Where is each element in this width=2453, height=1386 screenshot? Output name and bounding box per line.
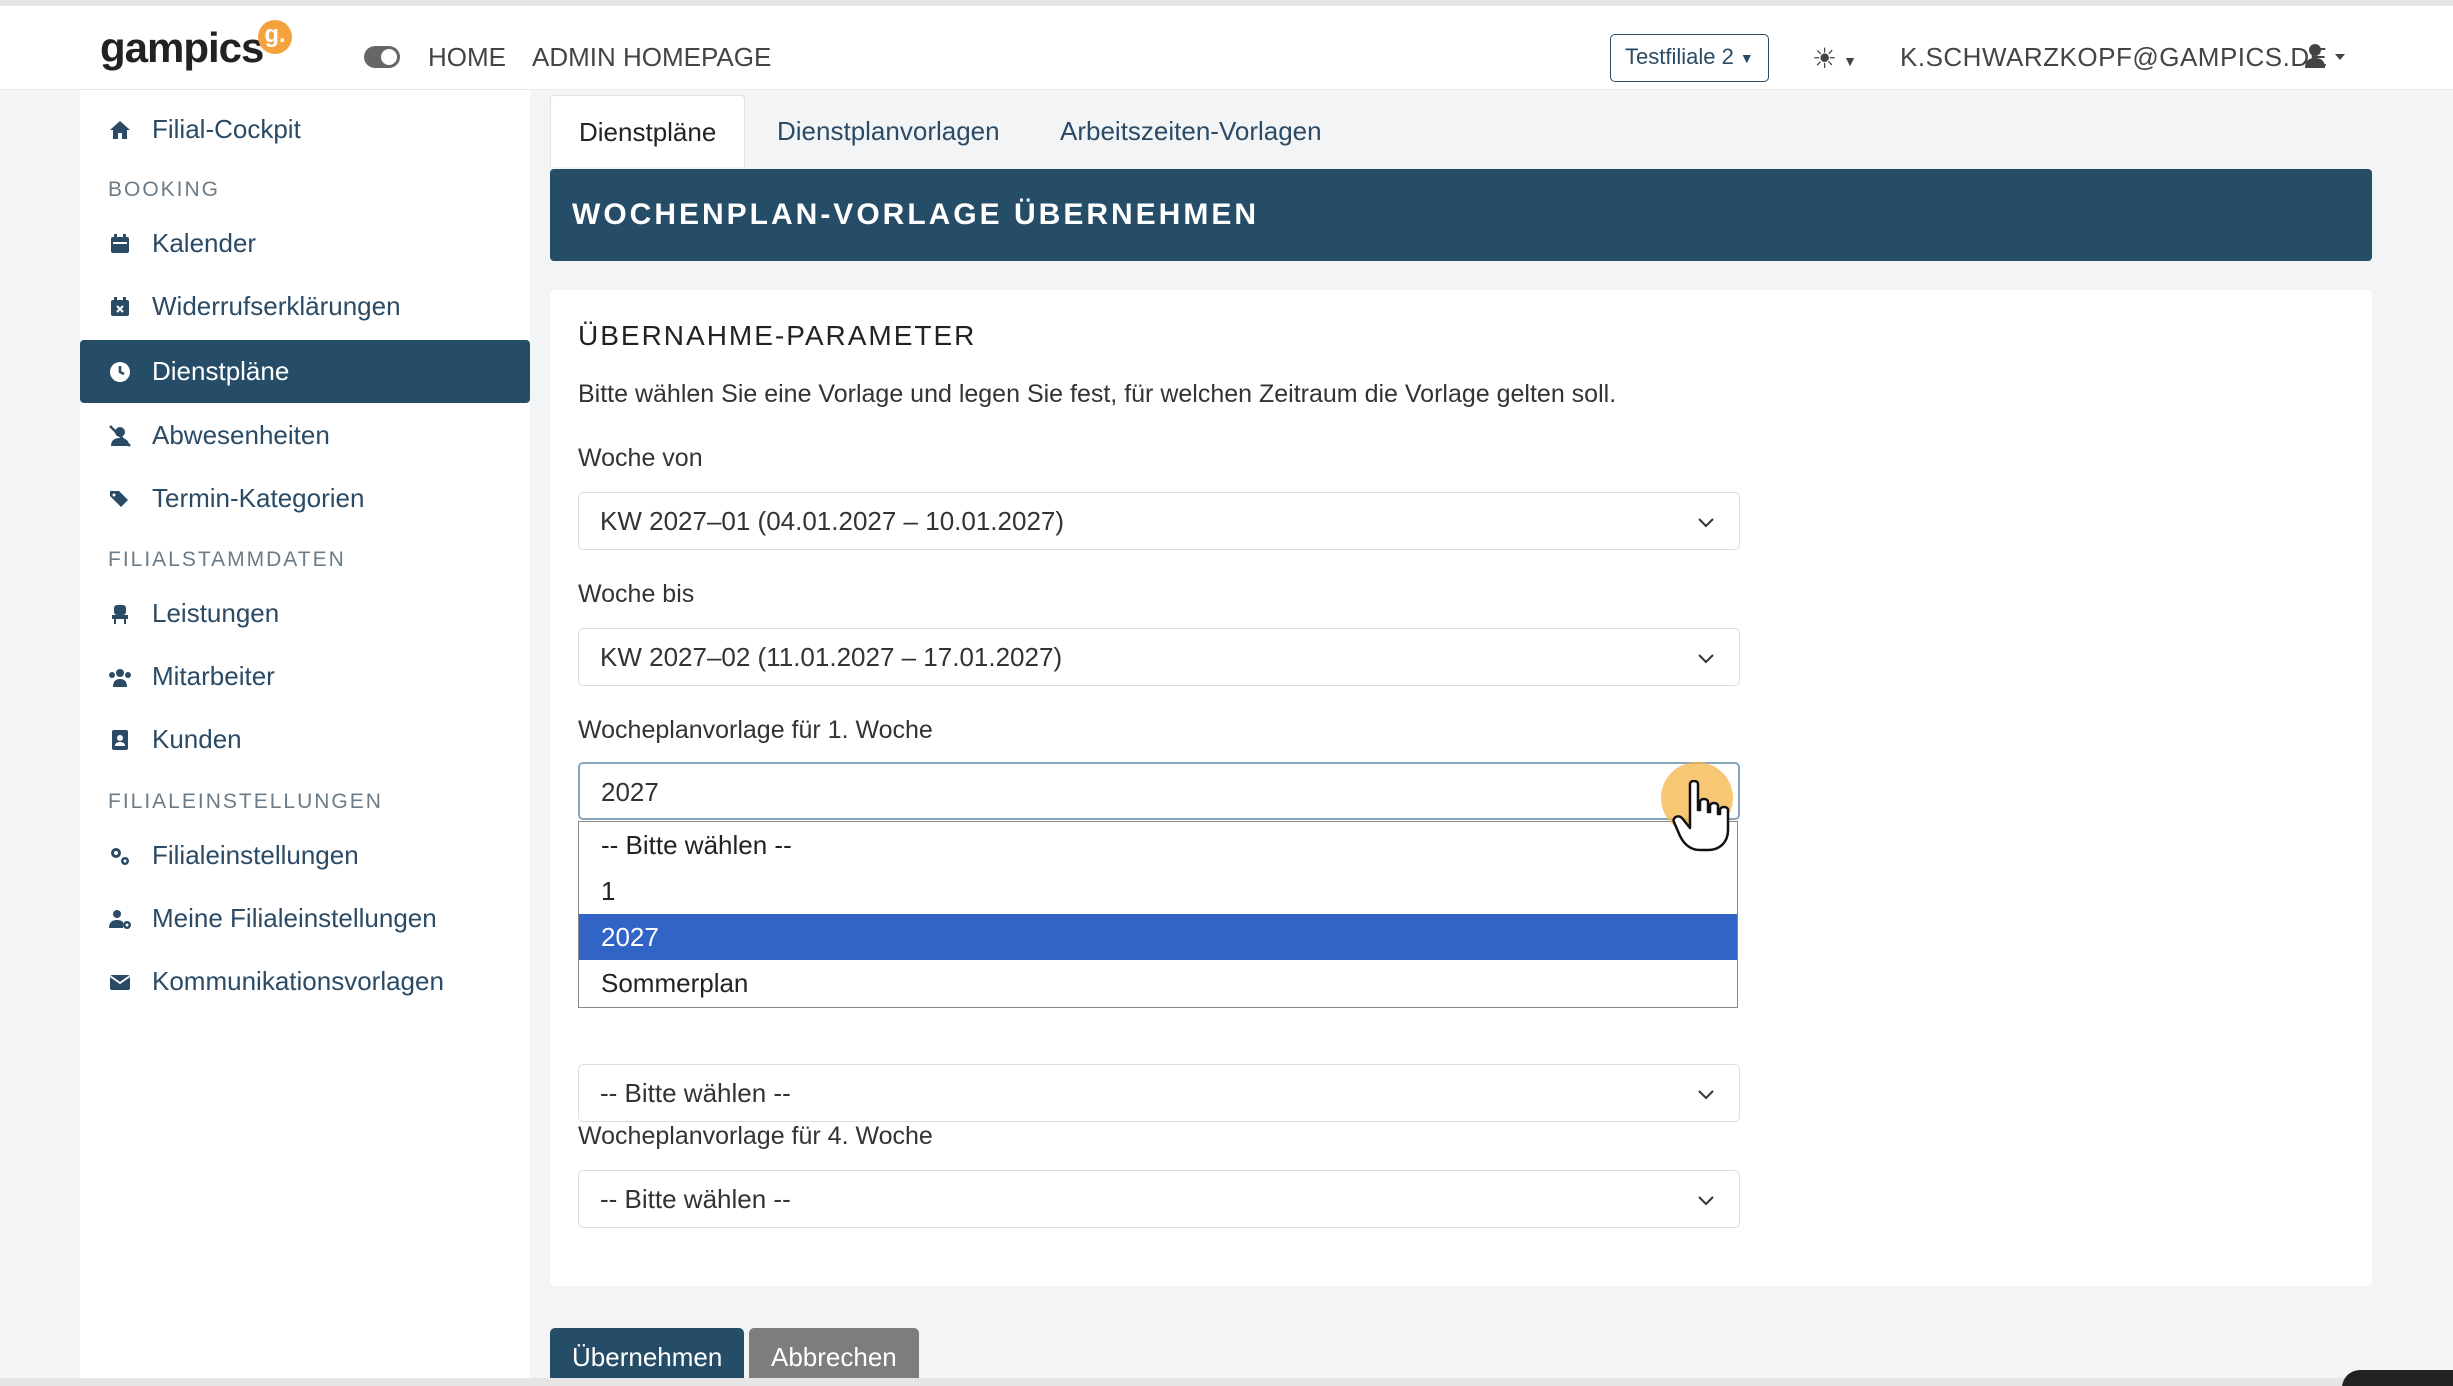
dropdown-option[interactable]: 1 [579,868,1737,914]
sidebar-item-mitarbeiter[interactable]: Mitarbeiter [80,645,530,708]
envelope-icon [109,975,131,990]
sidebar-item-kalender[interactable]: Kalender [80,212,530,275]
chair-icon [112,605,128,624]
sidebar-item-leistungen[interactable]: Leistungen [80,582,530,645]
chevron-down-icon [1698,654,1714,664]
form-description: Bitte wählen Sie eine Vorlage und legen … [578,380,1617,408]
home-icon [110,121,130,139]
sidebar-item-meine-filialeinstellungen[interactable]: Meine Filialeinstellungen [80,887,530,950]
users-icon [109,669,131,687]
logo-badge: g. [258,20,292,54]
week1-template-select[interactable]: 2027 [578,762,1740,820]
dropdown-option[interactable]: Sommerplan [579,960,1737,1006]
week-from-label: Woche von [578,444,703,472]
branch-select-label: Testfiliale 2 [1625,44,1734,69]
tags-icon [110,491,128,507]
nav-home-link[interactable]: HOME [428,42,506,73]
calendar-x-icon [111,297,129,316]
sidebar-item-widerrufserklaerungen[interactable]: Widerrufserklärungen [80,275,530,338]
sidebar-item-label: Termin-Kategorien [152,483,365,513]
sidebar-item-label: Filialeinstellungen [152,840,359,870]
hand-pointer-icon [1672,780,1730,852]
sidebar-item-label: Abwesenheiten [152,420,330,450]
sidebar-toggle-switch[interactable] [364,46,400,68]
user-gear-icon [109,910,131,929]
form-title: ÜBERNAHME-PARAMETER [578,320,977,351]
week1-template-label: Wocheplanvorlage für 1. Woche [578,716,933,744]
clock-icon [110,362,130,382]
sidebar-item-label: Widerrufserklärungen [152,291,401,321]
dropdown-option-selected[interactable]: 2027 [579,914,1737,960]
user-menu-email[interactable]: K.SCHWARZKOPF@GAMPICS.DE [1900,42,2327,73]
week4-template-value: -- Bitte wählen -- [600,1184,791,1214]
sidebar-heading-filialeinstellungen: FILIALEINSTELLUNGEN [108,790,383,813]
nav-admin-homepage-link[interactable]: ADMIN HOMEPAGE [532,42,771,73]
chevron-down-icon [1698,518,1714,528]
week-to-label: Woche bis [578,580,695,608]
sidebar-item-filial-cockpit[interactable]: Filial-Cockpit [80,98,530,161]
top-navbar: gampics g. HOME ADMIN HOMEPAGE Testfilia… [0,0,2453,90]
user-menu-button[interactable] [2303,42,2347,70]
sidebar-item-label: Meine Filialeinstellungen [152,903,437,933]
sidebar-item-label: Filial-Cockpit [152,114,301,144]
sidebar-item-dienstplaene[interactable]: Dienstpläne [80,340,530,403]
theme-toggle[interactable]: ☀ ▼ [1812,42,1857,75]
week-to-value: KW 2027–02 (11.01.2027 – 17.01.2027) [600,642,1063,672]
week-from-value: KW 2027–01 (04.01.2027 – 10.01.2027) [600,506,1065,536]
gears-icon [111,848,129,865]
sidebar-item-label: Kalender [152,228,257,258]
week-from-select[interactable]: KW 2027–01 (04.01.2027 – 10.01.2027) [578,492,1740,550]
gampics-logo[interactable]: gampics [100,24,264,72]
week3-template-select[interactable]: -- Bitte wählen -- [578,1064,1740,1122]
calendar-icon [111,234,129,253]
week1-template-dropdown: -- Bitte wählen -- 1 2027 Sommerplan [578,821,1738,1008]
sidebar-item-kunden[interactable]: Kunden [80,708,530,771]
sidebar-item-label: Kunden [152,724,242,754]
sidebar-item-label: Mitarbeiter [152,661,275,691]
week-to-select[interactable]: KW 2027–02 (11.01.2027 – 17.01.2027) [578,628,1740,686]
sun-icon: ☀ [1812,43,1838,74]
form-card: ÜBERNAHME-PARAMETER Bitte wählen Sie ein… [550,290,2372,1286]
tab-dienstplanvorlagen[interactable]: Dienstplanvorlagen [749,95,1028,167]
sidebar-heading-booking: BOOKING [108,178,221,201]
chevron-down-icon [1698,1090,1714,1100]
sidebar-item-label: Leistungen [152,598,280,628]
branch-select[interactable]: Testfiliale 2 ▼ [1610,34,1769,82]
bottom-strip [0,1378,2453,1386]
sidebar-item-label: Kommunikationsvorlagen [152,966,444,996]
sidebar-item-filialeinstellungen[interactable]: Filialeinstellungen [80,824,530,887]
sidebar-heading-filialstammdaten: FILIALSTAMMDATEN [108,548,346,571]
sidebar: Filial-Cockpit BOOKING Kalender Widerruf… [80,90,530,1386]
week4-template-select[interactable]: -- Bitte wählen -- [578,1170,1740,1228]
sidebar-item-kommunikationsvorlagen[interactable]: Kommunikationsvorlagen [80,950,530,1013]
tab-dienstplaene[interactable]: Dienstpläne [550,95,746,167]
week1-template-value: 2027 [601,777,659,807]
caret-down-icon: ▼ [1739,50,1754,67]
caret-down-icon: ▼ [1843,52,1857,69]
address-card-icon [112,730,128,750]
sidebar-item-label: Dienstpläne [152,356,290,386]
sidebar-item-termin-kategorien[interactable]: Termin-Kategorien [80,467,530,530]
chevron-down-icon [1698,1196,1714,1206]
dropdown-option[interactable]: -- Bitte wählen -- [579,822,1737,868]
sidebar-item-abwesenheiten[interactable]: Abwesenheiten [80,404,530,467]
tab-arbeitszeiten-vorlagen[interactable]: Arbeitszeiten-Vorlagen [1032,95,1350,167]
week4-template-label: Wocheplanvorlage für 4. Woche [578,1122,933,1150]
week3-template-value: -- Bitte wählen -- [600,1078,791,1108]
corner-widget[interactable] [2342,1370,2453,1386]
user-icon [2305,44,2345,68]
user-slash-icon [109,425,131,447]
page-title: WOCHENPLAN-VORLAGE ÜBERNEHMEN [550,169,2372,261]
